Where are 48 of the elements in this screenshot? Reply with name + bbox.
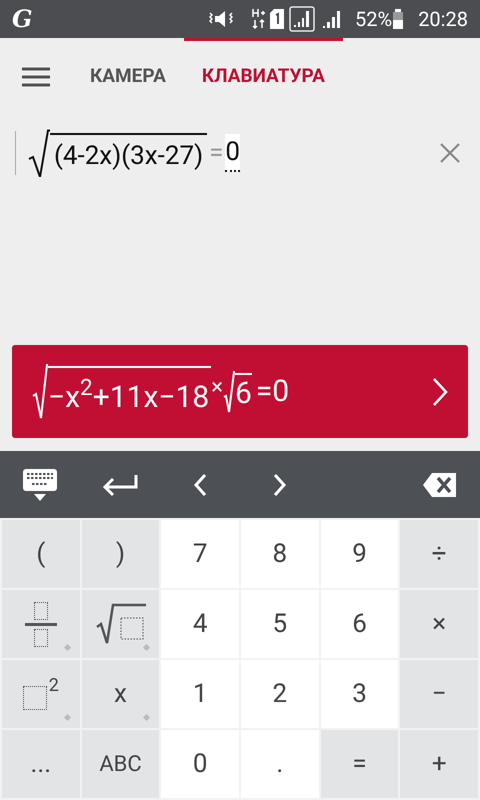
fraction-icon [24, 602, 57, 646]
app-logo-icon: G [12, 7, 32, 31]
keypad-key[interactable]: × [400, 590, 478, 658]
keypad-key[interactable] [2, 590, 80, 658]
keypad-key[interactable]: 3 [320, 660, 398, 728]
keypad-key[interactable]: 2 [241, 660, 319, 728]
radicand-text: (4-2x)(3x-27) [50, 133, 208, 177]
keypad-key[interactable]: + [400, 730, 478, 798]
square-root-icon [28, 129, 50, 177]
battery-percent: 52% [355, 6, 392, 33]
square-root-icon [32, 364, 48, 420]
keypad-key[interactable]: ) [82, 520, 160, 588]
radicand-text: 6 [234, 372, 252, 412]
keypad-key[interactable]: ABC [82, 730, 160, 798]
keypad-key[interactable] [82, 590, 160, 658]
keypad-key[interactable]: x [82, 660, 160, 728]
tab[interactable]: КЛАВИАТУРА [184, 38, 343, 115]
equation-input[interactable]: (4-2x)(3x-27) =0 [15, 131, 420, 175]
sim-icon [270, 9, 284, 29]
network-type-icon [252, 8, 266, 30]
radicand-text: −x$^{2}$+11x−18 [48, 366, 212, 420]
battery-icon [392, 8, 404, 30]
square-root-icon [222, 370, 235, 412]
keypad-key[interactable]: 5 [241, 590, 319, 658]
keypad-key[interactable]: ÷ [400, 520, 478, 588]
equation-result: =0 [256, 373, 290, 411]
equals-sign: = [208, 136, 224, 170]
cursor-value: 0 [225, 134, 240, 172]
keypad-key[interactable]: 9 [320, 520, 398, 588]
keypad-key[interactable]: 1 [161, 660, 240, 728]
keypad-key[interactable]: 6 [320, 590, 398, 658]
chevron-right-icon [432, 376, 448, 406]
keypad-key[interactable]: 4 [161, 590, 240, 658]
square-root-icon [94, 603, 146, 645]
tab[interactable]: КАМЕРА [72, 38, 184, 115]
clock: 20:28 [418, 6, 468, 33]
solution-card[interactable]: −x$^{2}$+11x−18× 6=0 [12, 345, 468, 438]
keypad-key[interactable]: ( [2, 520, 80, 588]
signal-icon [289, 6, 316, 32]
keypad-key[interactable]: 7 [161, 520, 240, 588]
keypad-key[interactable]: 2 [2, 660, 80, 728]
keypad-key[interactable]: 8 [241, 520, 319, 588]
keypad-key[interactable]: ... [2, 730, 80, 798]
keypad-key[interactable]: − [400, 660, 478, 728]
times-sign: × [211, 374, 223, 402]
keypad-key[interactable]: . [241, 730, 319, 798]
keypad-key[interactable]: = [320, 730, 398, 798]
keypad-key[interactable]: 0 [161, 730, 240, 798]
